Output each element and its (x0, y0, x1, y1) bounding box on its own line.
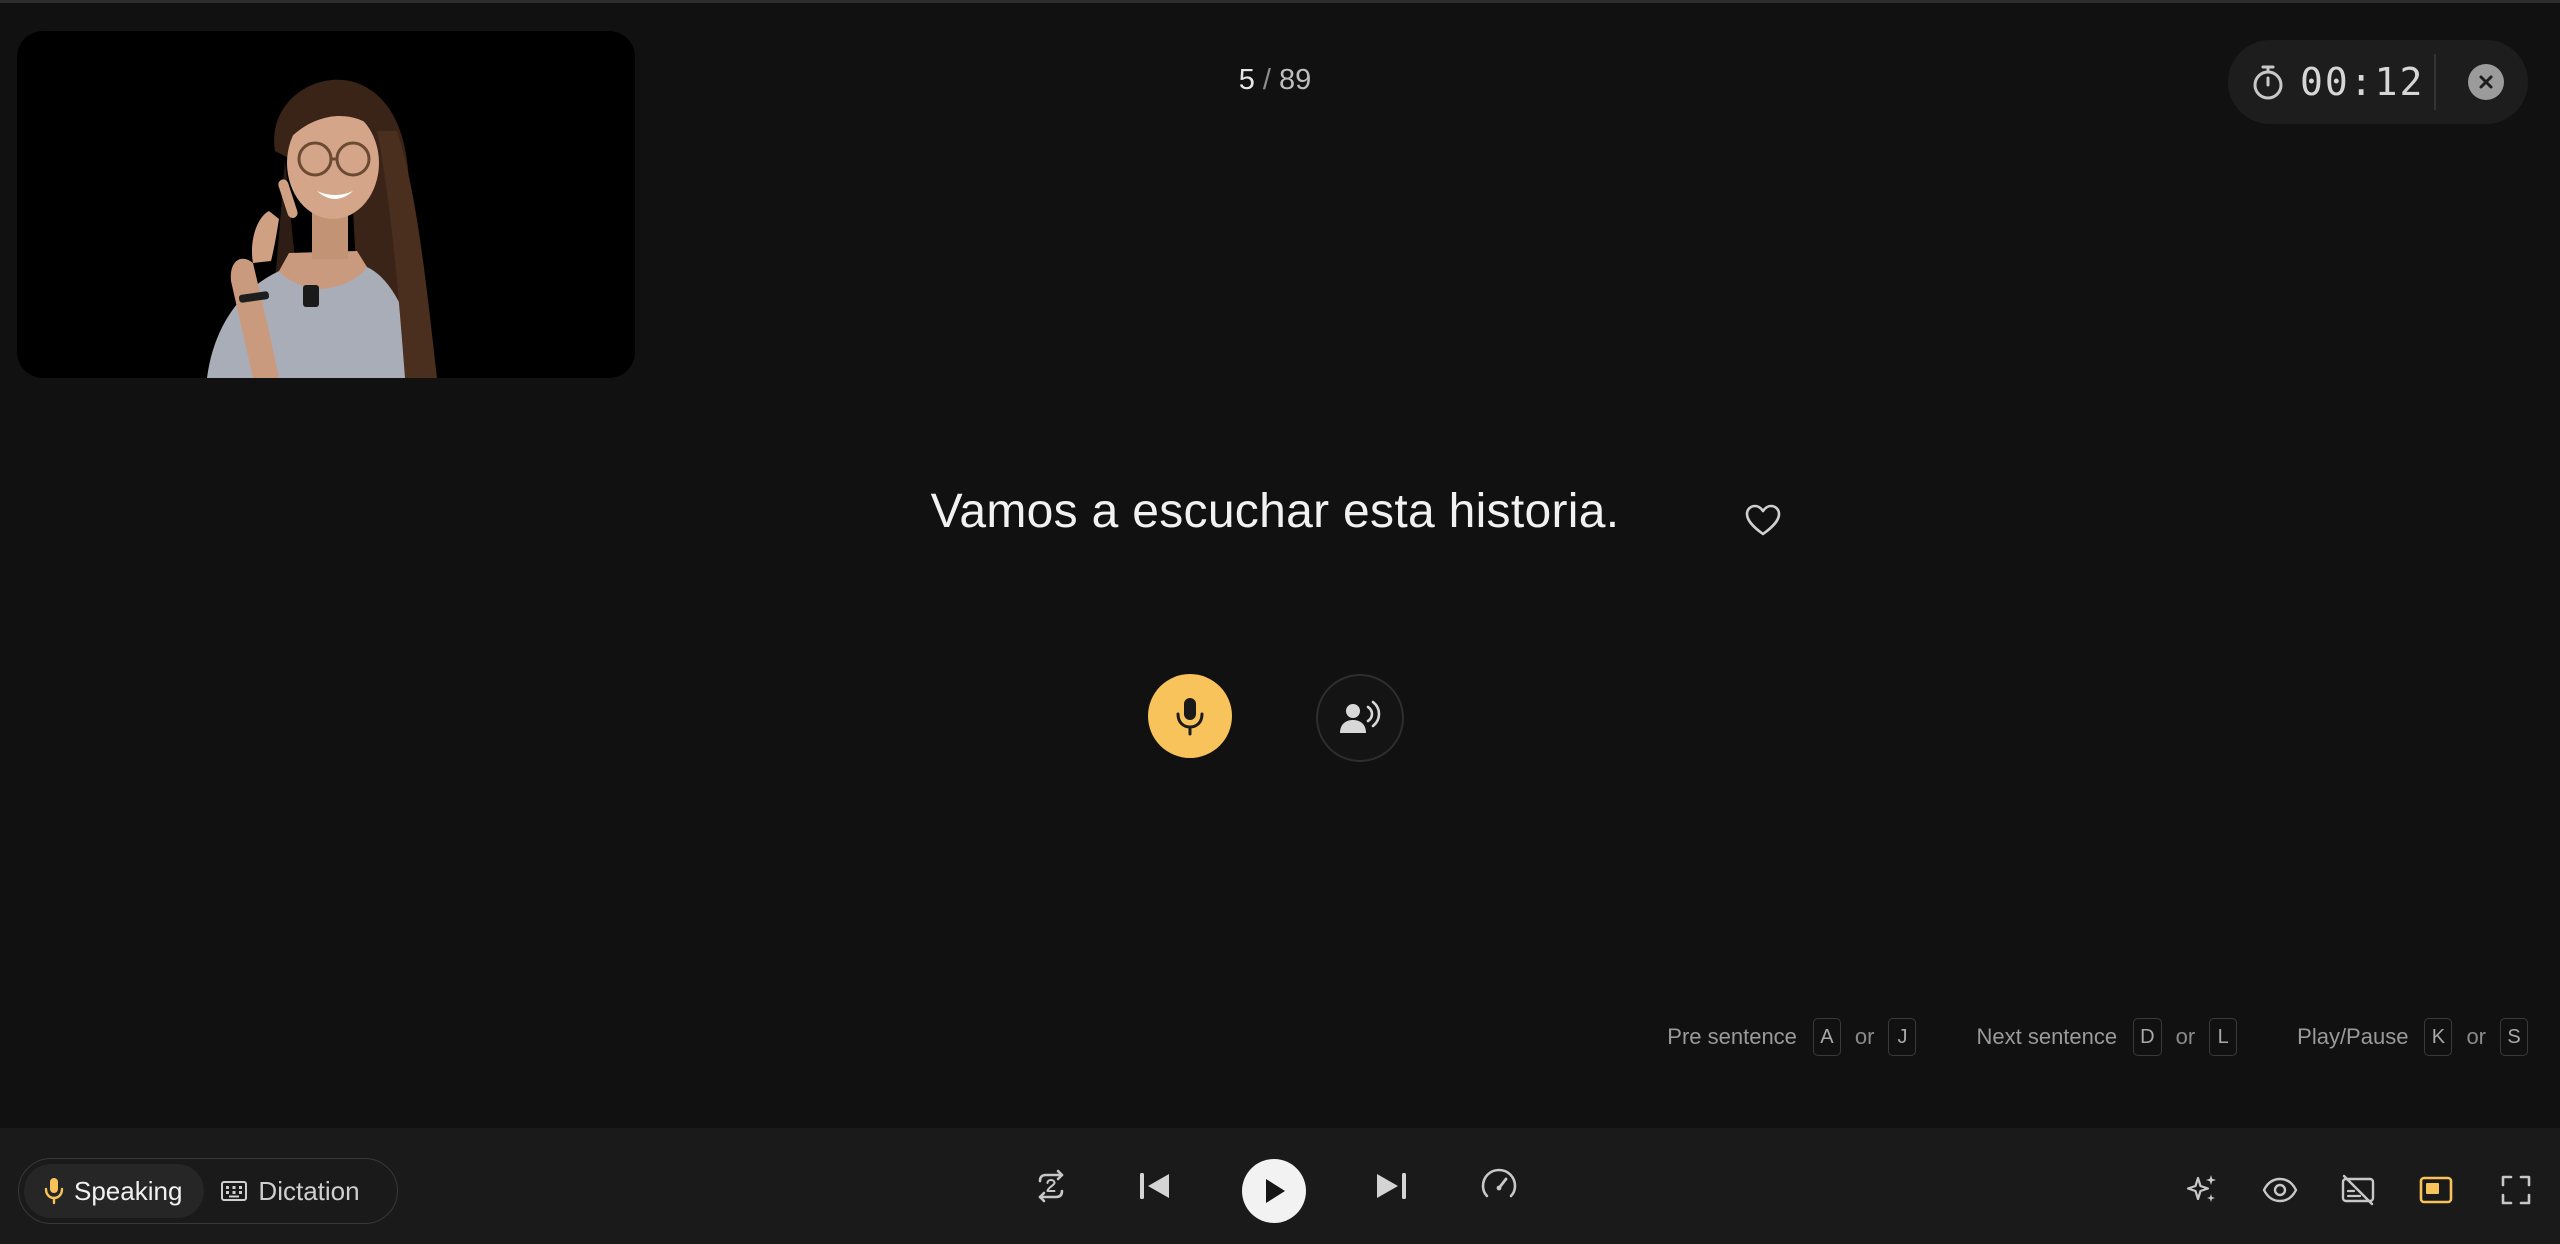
shortcut-next-sentence: Next sentence D or L (1976, 1018, 2238, 1056)
timer-divider (2434, 54, 2436, 110)
shortcut-key: K (2424, 1018, 2453, 1056)
top-border (0, 0, 2560, 3)
fullscreen-icon (2501, 1175, 2531, 1205)
shortcut-pre-sentence: Pre sentence A or J (1667, 1018, 1917, 1056)
repeat-button[interactable] (1028, 1163, 1074, 1209)
shortcut-key: D (2133, 1018, 2162, 1056)
shortcut-label: Pre sentence (1667, 1024, 1797, 1049)
keyboard-shortcuts: Pre sentence A or J Next sentence D or L… (1607, 1018, 2528, 1056)
show-text-button[interactable] (2260, 1170, 2300, 1210)
shortcut-or: or (1854, 1024, 1875, 1049)
ai-assist-button[interactable] (2182, 1170, 2222, 1210)
speaker-person-icon (1340, 700, 1381, 733)
eye-icon (2262, 1177, 2298, 1203)
shortcut-key: L (2209, 1018, 2238, 1056)
skip-previous-icon (1140, 1173, 1169, 1199)
current-index: 5 (1238, 64, 1255, 96)
play-pause-button[interactable] (1242, 1159, 1306, 1223)
sentence-counter: 5/89 (1180, 64, 1370, 97)
close-button[interactable] (2468, 64, 2504, 100)
timer-value: 00:12 (2300, 60, 2425, 104)
next-sentence-button[interactable] (1368, 1163, 1414, 1209)
dictation-mode-button[interactable]: Dictation (204, 1164, 381, 1218)
skip-next-icon (1377, 1173, 1406, 1199)
mode-toggle: Speaking Dictation (18, 1158, 398, 1224)
previous-sentence-button[interactable] (1132, 1163, 1178, 1209)
repeat-2-icon (1038, 1169, 1064, 1203)
dictation-label: Dictation (258, 1175, 360, 1206)
speedometer-icon (1481, 1168, 1517, 1198)
shortcut-key: A (1812, 1018, 1841, 1056)
speaker-video-frame (207, 79, 437, 378)
counter-separator: / (1262, 64, 1271, 96)
sparkles-icon (2186, 1175, 2216, 1202)
fullscreen-button[interactable] (2496, 1170, 2536, 1210)
shortcut-key: J (1888, 1018, 1917, 1056)
layout-toggle-button[interactable] (2416, 1170, 2456, 1210)
speaking-mode-button[interactable]: Speaking (24, 1164, 205, 1218)
play-icon (1266, 1179, 1285, 1203)
shortcut-play-pause: Play/Pause K or S (2297, 1018, 2528, 1056)
layout-icon (2419, 1176, 2453, 1204)
stopwatch-icon (2253, 65, 2283, 100)
shortcut-label: Next sentence (1976, 1024, 2118, 1049)
playback-speed-button[interactable] (1476, 1163, 1522, 1209)
total-count: 89 (1278, 64, 1312, 96)
record-button[interactable] (1148, 674, 1232, 758)
app-root: 5/89 00:12 Vamos a escuchar esta histori… (0, 0, 2560, 1244)
speaking-label: Speaking (74, 1175, 183, 1206)
shortcut-or: or (2175, 1024, 2196, 1049)
video-player[interactable] (17, 31, 635, 378)
subtitles-toggle-button[interactable] (2338, 1170, 2378, 1210)
subtitles-off-icon (2341, 1174, 2375, 1206)
shortcut-label: Play/Pause (2297, 1024, 2409, 1049)
listen-recording-button[interactable] (1316, 674, 1404, 762)
heart-icon[interactable] (1744, 502, 1782, 538)
sentence-text: Vamos a escuchar esta historia. (930, 485, 1620, 538)
keyboard-icon (221, 1181, 248, 1201)
shortcut-or: or (2466, 1024, 2486, 1049)
close-icon (2479, 75, 2493, 89)
microphone-icon (44, 1178, 64, 1205)
shortcut-key: S (2500, 1018, 2528, 1056)
microphone-icon (1176, 698, 1204, 736)
